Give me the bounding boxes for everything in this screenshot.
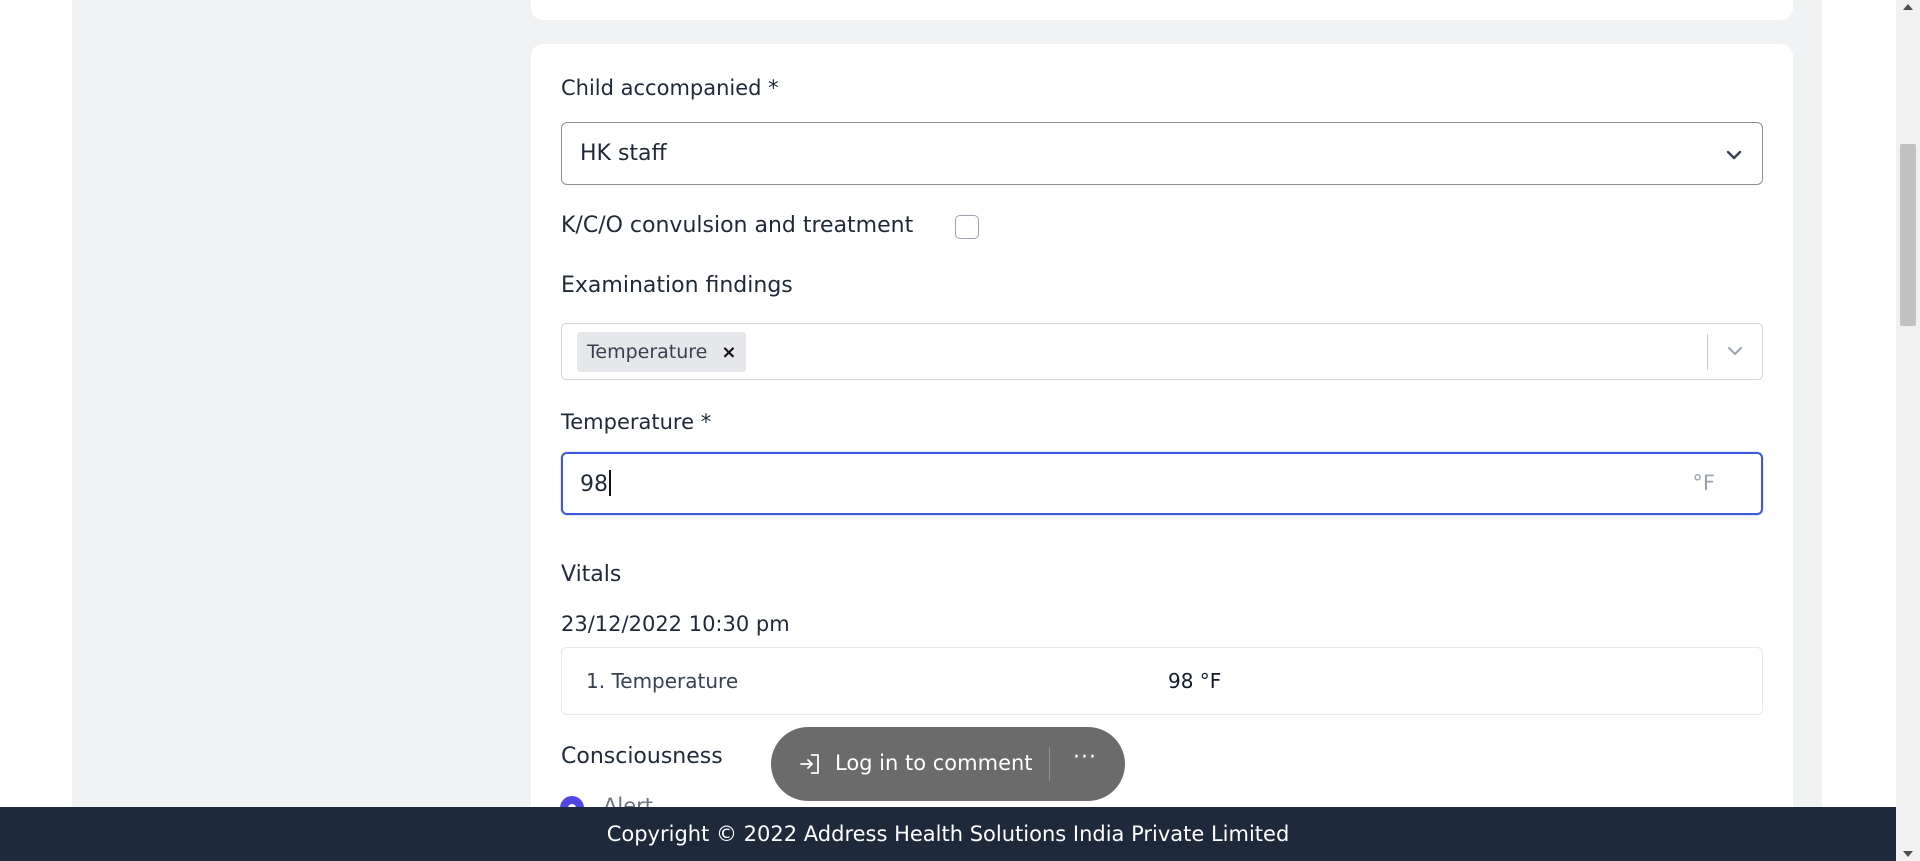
temperature-input[interactable]: 98 °F [561,452,1763,515]
child-accompanied-select[interactable]: HK staff [561,122,1763,185]
child-accompanied-value: HK staff [580,141,667,166]
kco-convulsion-label: K/C/O convulsion and treatment [561,213,914,238]
kco-convulsion-checkbox[interactable] [955,215,979,239]
chip-label: Temperature [587,341,708,363]
examination-findings-label: Examination findings [561,273,793,298]
vertical-scrollbar[interactable] [1896,0,1920,861]
text-caret [609,470,611,496]
vitals-timestamp: 23/12/2022 10:30 pm [561,612,790,636]
footer-copyright: Copyright © 2022 Address Health Solution… [606,822,1290,846]
scroll-down-arrow-icon[interactable] [1903,851,1913,857]
vitals-row-value: 98 °F [1168,669,1222,693]
temperature-label: Temperature * [561,410,712,434]
footer: Copyright © 2022 Address Health Solution… [0,807,1896,861]
login-to-comment-button[interactable]: Log in to comment [835,751,1033,775]
chevron-down-icon[interactable] [1726,342,1744,360]
vitals-table: 1. Temperature 98 °F [561,647,1763,715]
previous-card [531,0,1793,20]
examination-findings-multiselect[interactable]: Temperature × [561,323,1763,380]
temperature-value: 98 [580,470,611,497]
vitals-row-name: 1. Temperature [586,669,739,693]
more-options-button[interactable]: ··· [1073,745,1097,770]
scrollbar-thumb[interactable] [1900,144,1916,326]
chevron-down-icon [1726,150,1742,160]
vitals-heading: Vitals [561,562,622,587]
toast-separator [1049,747,1050,781]
multiselect-separator [1707,334,1708,370]
child-accompanied-label: Child accompanied * [561,76,779,100]
temperature-unit: °F [1692,471,1715,495]
login-icon [800,754,819,774]
scroll-up-arrow-icon[interactable] [1903,4,1913,10]
consciousness-heading: Consciousness [561,744,723,769]
chip-temperature: Temperature × [577,332,747,372]
chip-remove-icon[interactable]: × [721,342,736,363]
comment-toast: Log in to comment ··· [771,727,1125,801]
